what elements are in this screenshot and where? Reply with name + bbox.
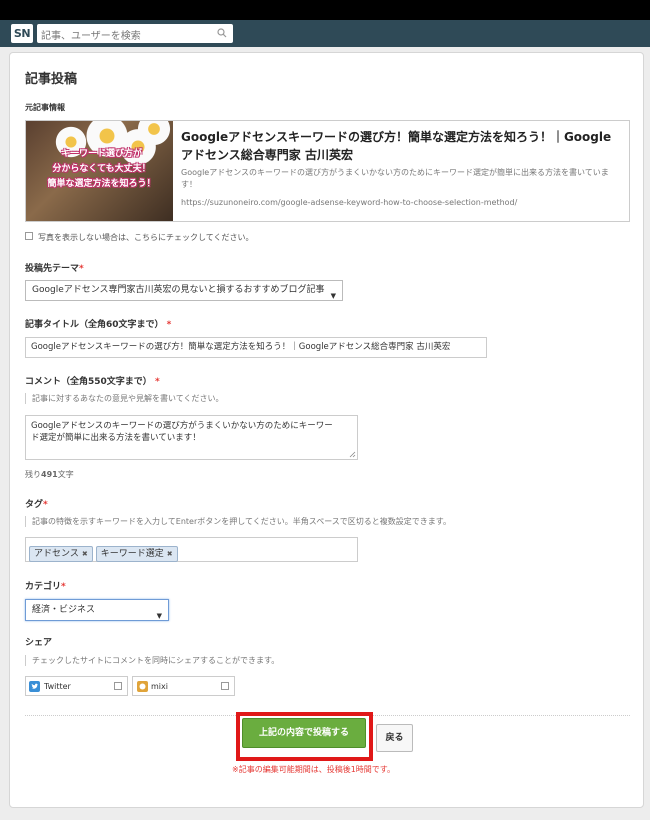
dropdown-arrow-icon: ▼ — [156, 612, 162, 620]
share-twitter[interactable]: Twitter — [25, 676, 128, 696]
resize-handle-icon[interactable] — [349, 451, 356, 458]
twitter-checkbox[interactable] — [114, 682, 122, 690]
tags-hint: 記事の特徴を示すキーワードを入力してEnterボタンを押してください。半角スペー… — [25, 516, 451, 527]
twitter-icon — [29, 681, 40, 692]
mixi-checkbox[interactable] — [221, 682, 229, 690]
theme-select[interactable]: Googleアドセンス専門家古川英宏の見ないと損するおすすめブログ記事 ▼ — [25, 280, 343, 301]
top-bar — [0, 0, 650, 20]
no-photo-label: 写真を表示しない場合は、こちらにチェックしてください。 — [38, 233, 254, 242]
tag-chip: アドセンス ✖ — [29, 546, 93, 562]
submit-button[interactable]: 上記の内容で投稿する — [242, 718, 366, 748]
remove-tag-icon[interactable]: ✖ — [167, 550, 173, 558]
source-label: 元記事情報 — [25, 103, 65, 112]
tags-input[interactable]: アドセンス ✖ キーワード選定 ✖ — [25, 537, 358, 562]
remove-tag-icon[interactable]: ✖ — [82, 550, 88, 558]
search-icon[interactable] — [217, 28, 227, 38]
article-title-label: 記事タイトル（全角60文字まで） * — [25, 320, 172, 330]
tag-chip: キーワード選定 ✖ — [95, 546, 178, 562]
source-article-card[interactable]: キーワード選び方が 分からなくても大丈夫！ 簡単な選定方法を知ろう！ Googl… — [25, 120, 630, 222]
mixi-icon — [137, 681, 148, 692]
source-article-title[interactable]: Googleアドセンスキーワードの選び方！簡単な選定方法を知ろう！｜Google… — [181, 128, 621, 164]
comment-hint: 記事に対するあなたの意見や見解を書いてください。 — [25, 393, 224, 404]
comment-label: コメント（全角550文字まで） * — [25, 377, 160, 387]
source-article-description: Googleアドセンスのキーワードの選び方がうまくいかない方のためにキーワード選… — [181, 168, 609, 189]
category-select[interactable]: 経済・ビジネス ▼ — [25, 599, 169, 621]
source-article-url[interactable]: https://suzunoneiro.com/google-adsense-k… — [181, 198, 517, 207]
remaining-chars: 残り491文字 — [25, 470, 74, 479]
search-input[interactable] — [37, 27, 209, 46]
tags-label: タグ* — [25, 500, 48, 510]
post-form-panel: 記事投稿 元記事情報 キーワード選び方が 分からなくても大丈夫！ 簡単な選定方法… — [9, 52, 644, 808]
share-hint: チェックしたサイトにコメントを同時にシェアすることができます。 — [25, 655, 279, 666]
edit-period-note: ※記事の編集可能期間は、投稿後1時間です。 — [232, 765, 395, 774]
comment-textarea[interactable]: Googleアドセンスのキーワードの選び方がうまくいかない方のためにキーワー ド… — [25, 415, 358, 460]
dropdown-arrow-icon: ▼ — [330, 292, 336, 300]
page-title: 記事投稿 — [25, 72, 78, 87]
article-title-input[interactable]: Googleアドセンスキーワードの選び方！簡単な選定方法を知ろう！｜Google… — [25, 337, 487, 358]
site-header: SN — [0, 20, 650, 47]
share-label: シェア — [25, 638, 53, 648]
share-mixi[interactable]: mixi — [132, 676, 235, 696]
thumbnail-caption: キーワード選び方が 分からなくても大丈夫！ 簡単な選定方法を知ろう！ — [47, 149, 156, 189]
article-thumbnail: キーワード選び方が 分からなくても大丈夫！ 簡単な選定方法を知ろう！ — [26, 121, 173, 221]
back-button[interactable]: 戻る — [376, 724, 413, 752]
twitter-label: Twitter — [44, 682, 71, 691]
mixi-label: mixi — [151, 682, 168, 691]
category-label: カテゴリ* — [25, 582, 66, 592]
theme-label: 投稿先テーマ* — [25, 264, 84, 274]
site-logo[interactable]: SN — [11, 24, 33, 43]
no-photo-checkbox[interactable] — [25, 232, 33, 240]
search-box[interactable] — [37, 24, 233, 46]
